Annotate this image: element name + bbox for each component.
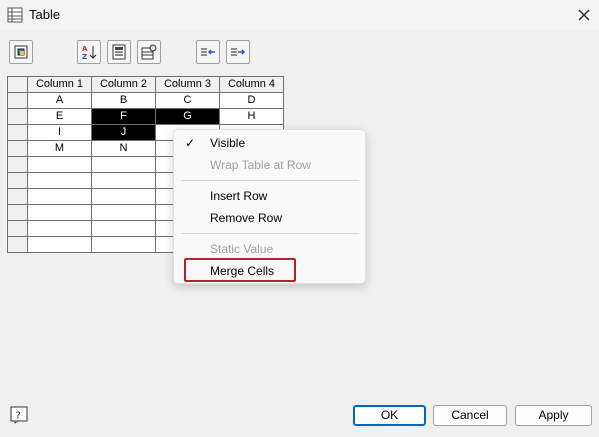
insert-column-right-button[interactable] xyxy=(226,40,250,64)
sort-az-icon: A Z xyxy=(82,45,97,60)
table-row: E F G H xyxy=(7,108,284,125)
svg-text:Z: Z xyxy=(82,53,87,60)
insert-column-left-button[interactable] xyxy=(196,40,220,64)
table-cell[interactable]: E xyxy=(27,108,92,125)
close-icon[interactable] xyxy=(573,4,595,26)
column-header[interactable]: Column 1 xyxy=(27,76,92,93)
table-cell[interactable] xyxy=(27,236,92,253)
apply-button[interactable]: Apply xyxy=(515,405,592,426)
table-cell[interactable] xyxy=(27,188,92,205)
table-cell[interactable] xyxy=(91,156,156,173)
table-cell[interactable]: M xyxy=(27,140,92,157)
sort-button[interactable]: A Z xyxy=(77,40,101,64)
table-cell-selected[interactable]: G xyxy=(155,108,220,125)
table-cell[interactable]: A xyxy=(27,92,92,109)
table-cell[interactable] xyxy=(91,188,156,205)
insert-column-right-icon xyxy=(231,48,246,56)
table-properties-button[interactable] xyxy=(137,40,161,64)
table-data-button[interactable] xyxy=(107,40,131,64)
row-header[interactable] xyxy=(7,204,28,221)
row-header[interactable] xyxy=(7,236,28,253)
title-bar: Table xyxy=(0,0,599,30)
column-header[interactable]: Column 2 xyxy=(91,76,156,93)
cancel-button[interactable]: Cancel xyxy=(433,405,507,426)
insert-column-left-icon xyxy=(201,48,215,56)
merge-cells-highlight xyxy=(184,258,296,282)
table-cell[interactable]: C xyxy=(155,92,220,109)
table-cell[interactable]: H xyxy=(219,108,284,125)
menu-item-remove-row[interactable]: Remove Row xyxy=(210,211,282,225)
table-cell[interactable] xyxy=(27,220,92,237)
row-header[interactable] xyxy=(7,140,28,157)
menu-item-insert-row[interactable]: Insert Row xyxy=(210,189,267,203)
ok-button[interactable]: OK xyxy=(353,405,426,426)
table-cell[interactable] xyxy=(27,172,92,189)
menu-separator xyxy=(181,233,359,234)
table-cell[interactable]: I xyxy=(27,124,92,141)
table-cell[interactable] xyxy=(91,172,156,189)
column-header[interactable]: Column 3 xyxy=(155,76,220,93)
table-row: A B C D xyxy=(7,92,284,109)
cell-properties-button[interactable] xyxy=(9,40,33,64)
menu-item-wrap-table-at-row: Wrap Table at Row xyxy=(210,158,311,172)
row-header[interactable] xyxy=(7,220,28,237)
check-icon: ✓ xyxy=(185,136,196,150)
table-cell-selected[interactable]: F xyxy=(91,108,156,125)
window-title: Table xyxy=(29,7,61,22)
table-cell[interactable] xyxy=(91,204,156,221)
table-data-icon xyxy=(112,44,126,60)
row-header[interactable] xyxy=(7,188,28,205)
menu-separator xyxy=(181,180,359,181)
row-header[interactable] xyxy=(7,108,28,125)
row-header[interactable] xyxy=(7,124,28,141)
table-cell[interactable]: D xyxy=(219,92,284,109)
row-header[interactable] xyxy=(7,172,28,189)
help-icon[interactable]: ? xyxy=(10,406,28,424)
corner-header[interactable] xyxy=(7,76,28,93)
row-header[interactable] xyxy=(7,156,28,173)
menu-item-static-value: Static Value xyxy=(210,242,274,256)
table-icon xyxy=(7,7,23,23)
table-cell[interactable]: N xyxy=(91,140,156,157)
cell-properties-icon xyxy=(14,45,28,59)
svg-text:?: ? xyxy=(16,411,21,422)
svg-text:A: A xyxy=(82,45,88,53)
table-cell-selected[interactable]: J xyxy=(91,124,156,141)
table-cell[interactable] xyxy=(27,156,92,173)
table-cell[interactable] xyxy=(91,236,156,253)
table-cell[interactable] xyxy=(27,204,92,221)
row-header[interactable] xyxy=(7,92,28,109)
table-cell[interactable] xyxy=(91,220,156,237)
table-cell[interactable]: B xyxy=(91,92,156,109)
menu-item-visible[interactable]: Visible xyxy=(210,136,245,150)
column-header[interactable]: Column 4 xyxy=(219,76,284,93)
table-properties-icon xyxy=(141,44,157,60)
